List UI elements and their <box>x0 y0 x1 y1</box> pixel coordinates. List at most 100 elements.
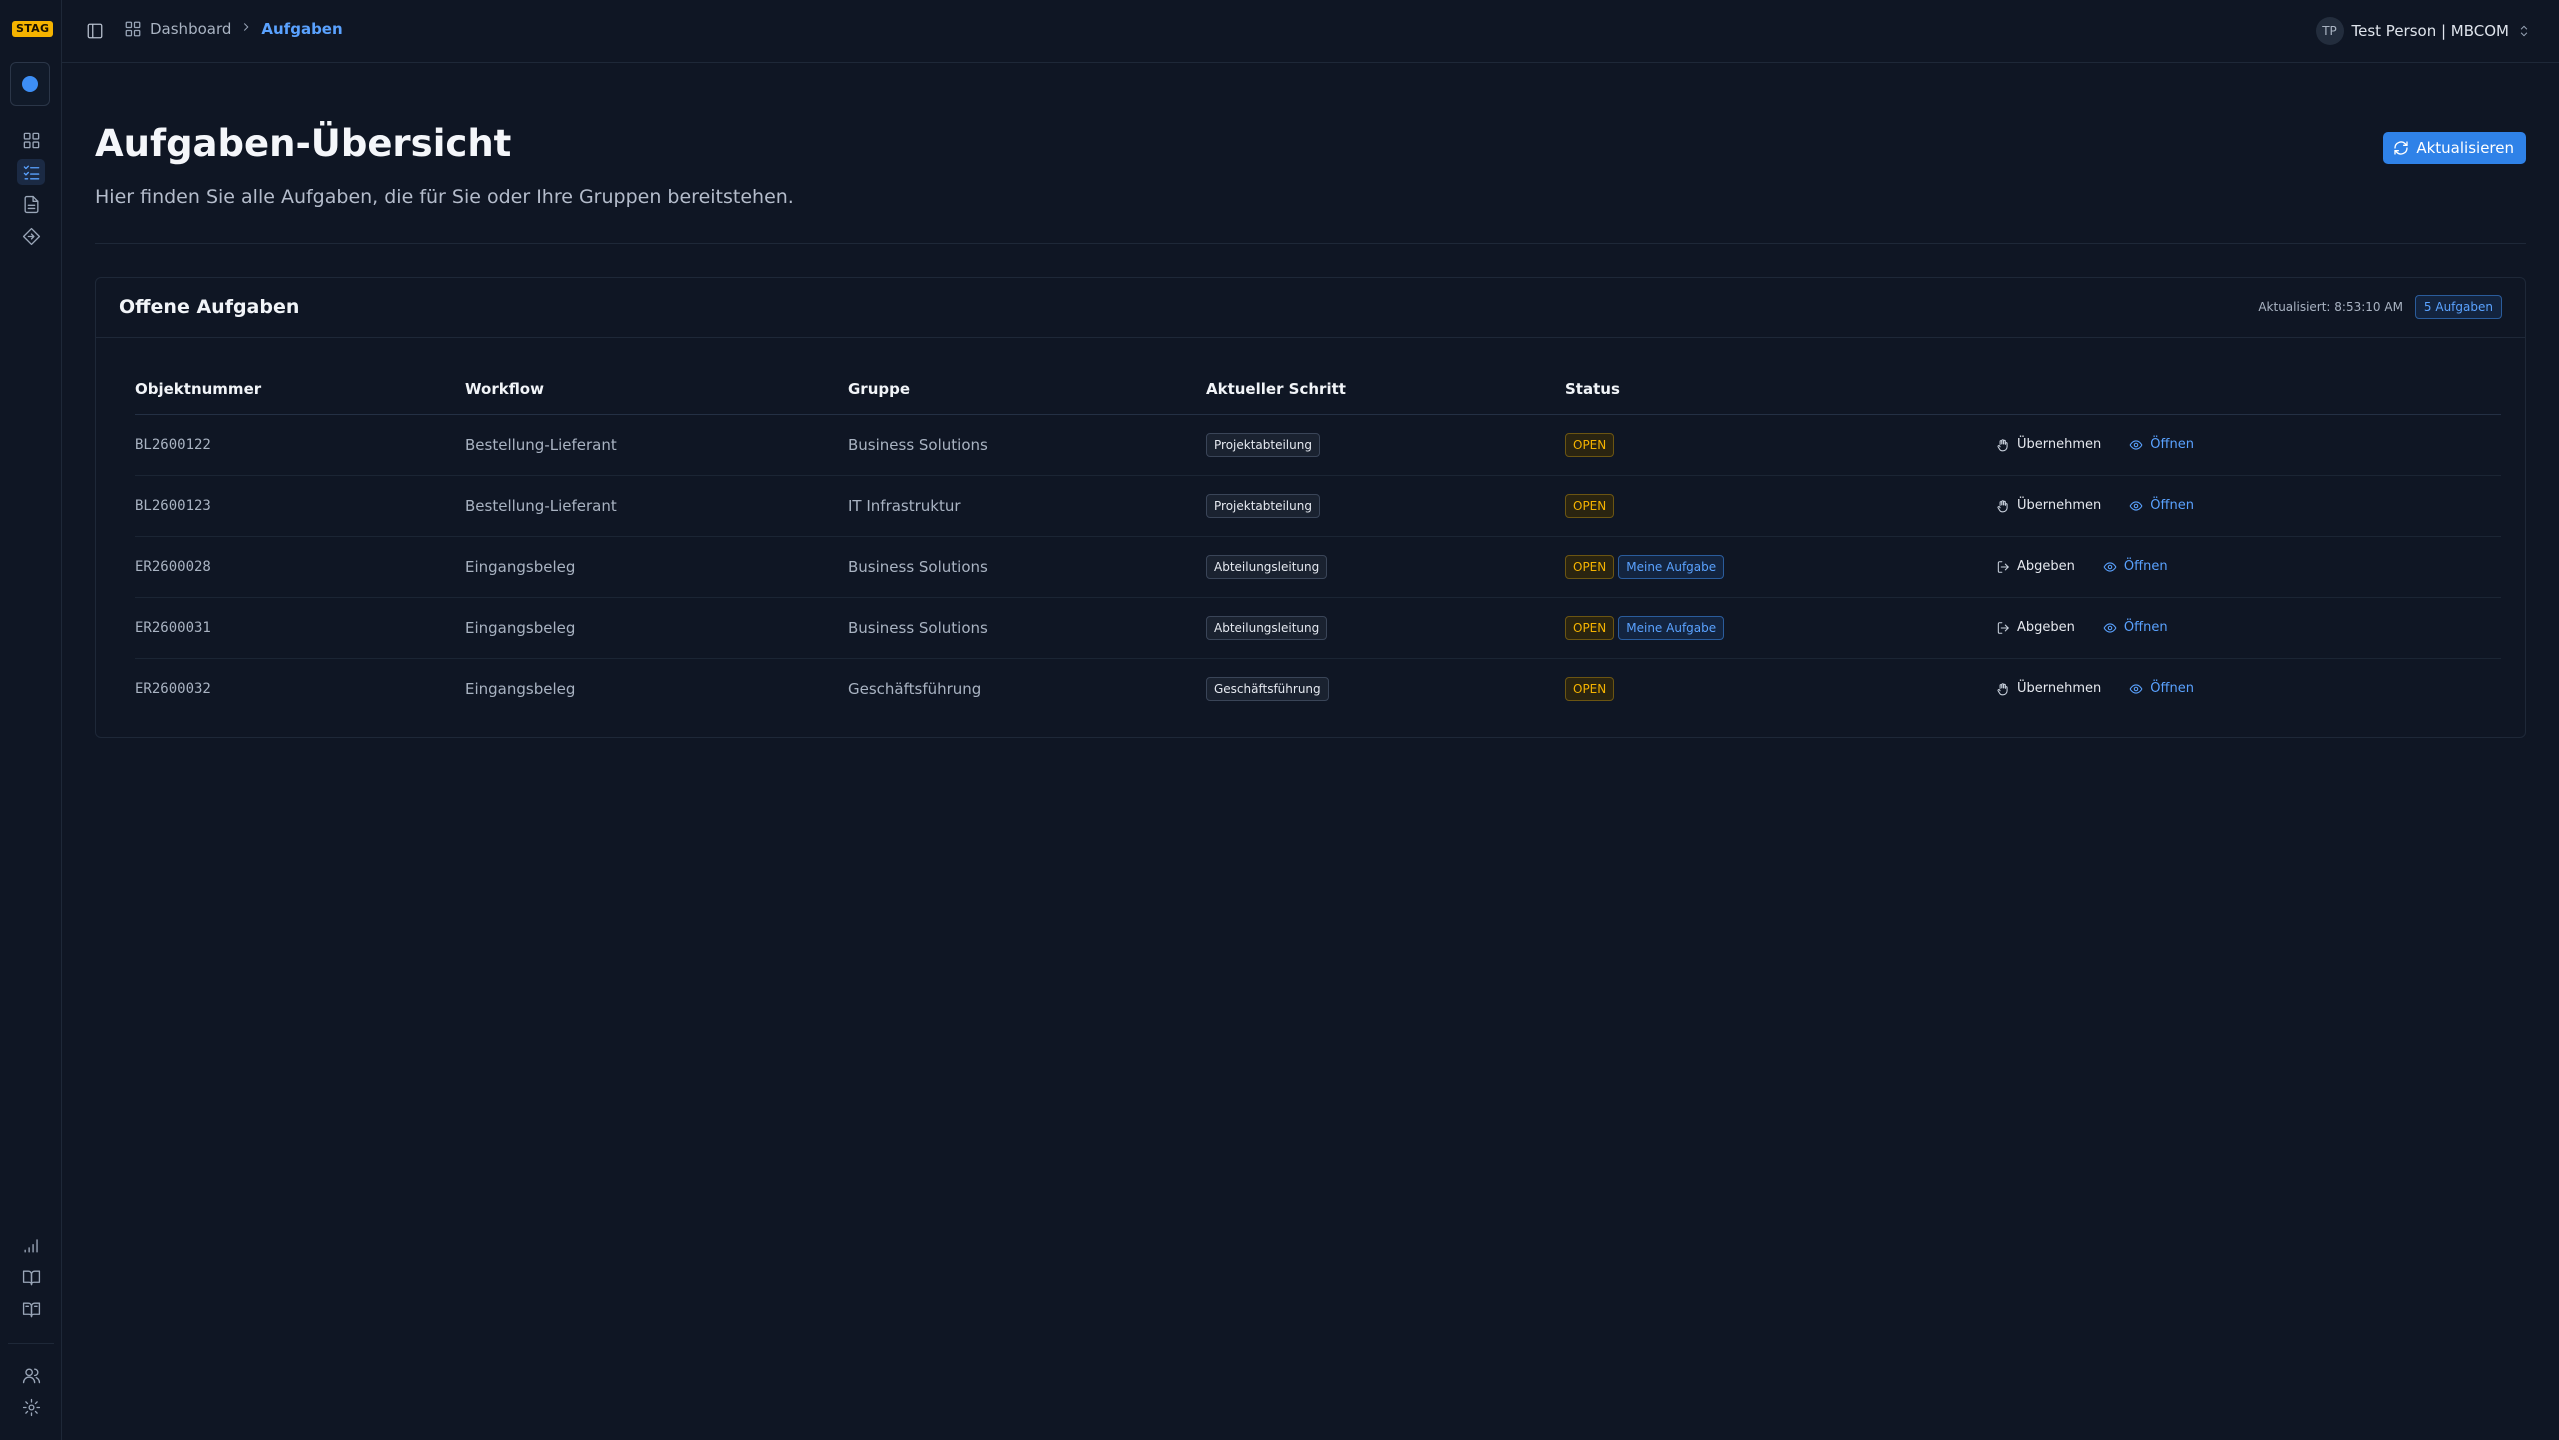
status-badge: OPEN <box>1565 432 1615 457</box>
my-task-badge: Meine Aufgabe <box>1618 615 1725 640</box>
log-out-icon <box>1997 560 2009 573</box>
refresh-icon <box>2394 141 2409 155</box>
status-cell: OPEN <box>1565 475 1996 537</box>
hand-grab-icon <box>1997 499 2008 512</box>
refresh-button-label: Aktualisieren <box>2416 139 2514 157</box>
chevrons-up-down-icon <box>2520 25 2528 37</box>
open-label: Öffnen <box>2150 681 2194 697</box>
status-badge: OPEN <box>1565 615 1615 640</box>
status-badge: OPEN <box>1565 493 1615 518</box>
step-badge: Abteilungsleitung <box>1206 554 1328 579</box>
object-number: ER2600028 <box>135 536 465 598</box>
open-task-button[interactable]: Öffnen <box>2103 559 2168 574</box>
dashboard-icon <box>23 132 39 148</box>
nav-dashboard[interactable] <box>17 127 45 153</box>
object-number: BL2600122 <box>135 414 465 476</box>
table-header-row: Objektnummer Workflow Gruppe Aktueller S… <box>135 364 2501 415</box>
book-icon <box>22 1301 40 1317</box>
document-icon <box>23 195 39 213</box>
workflow-name: Eingangsbeleg <box>465 679 576 698</box>
hand-grab-icon <box>1997 438 2008 451</box>
actions-cell: Übernehmen Öffnen <box>1996 658 2501 719</box>
page-title: Aufgaben-Übersicht <box>95 122 512 165</box>
actions-cell: Abgeben Öffnen <box>1996 597 2501 659</box>
table-row: ER2600028 Eingangsbeleg Business Solutions… <box>135 536 2501 598</box>
release-task-button[interactable]: Abgeben <box>1996 620 2075 635</box>
user-menu[interactable]: TP Test Person | MBCOM <box>2315 17 2532 45</box>
group-name: Business Solutions <box>848 597 1206 659</box>
step-cell: Geschäftsführung <box>1206 658 1565 719</box>
actions-cell: Übernehmen Öffnen <box>1996 475 2501 537</box>
tasks-table: Objektnummer Workflow Gruppe Aktueller S… <box>135 364 2501 719</box>
task-count-badge: 5 Aufgaben <box>2414 295 2502 319</box>
log-out-icon <box>1997 621 2009 634</box>
nav-tasks[interactable] <box>17 159 45 185</box>
group-name: Business Solutions <box>848 536 1206 598</box>
step-badge: Geschäftsführung <box>1206 676 1329 701</box>
nav-users[interactable] <box>17 1362 45 1388</box>
table-row: BL2600122 Bestellung-Lieferant Business So… <box>135 414 2501 476</box>
actions-cell: Abgeben Öffnen <box>1996 536 2501 598</box>
top-bar: Dashboard Aufgaben TP Test Person | MBCO… <box>62 0 2559 63</box>
eye-icon <box>2129 500 2143 511</box>
app-logo[interactable] <box>10 62 50 106</box>
nav-handbook[interactable] <box>17 1296 45 1322</box>
nav-analytics[interactable] <box>17 1232 45 1258</box>
eye-icon <box>2103 561 2117 572</box>
claim-task-button[interactable]: Übernehmen <box>1996 681 2101 696</box>
open-label: Öffnen <box>2123 620 2168 635</box>
step-cell: Abteilungsleitung <box>1206 536 1565 598</box>
eye-icon <box>2103 622 2117 633</box>
status-cell: OPEN <box>1565 414 1996 476</box>
claim-task-button[interactable]: Übernehmen <box>1996 437 2101 452</box>
refresh-button[interactable]: Aktualisieren <box>2383 132 2526 164</box>
open-label: Öffnen <box>2150 437 2194 452</box>
sidebar-toggle-icon <box>87 23 103 39</box>
breadcrumb-dashboard-link[interactable]: Dashboard <box>150 20 231 38</box>
logo-dot-icon <box>22 76 38 92</box>
nav-workflows[interactable] <box>17 223 45 249</box>
card-title: Offene Aufgaben <box>119 296 300 318</box>
user-label: Test Person | MBCOM <box>2351 22 2510 40</box>
table-row: ER2600032 Eingangsbeleg Geschäftsführung Ge… <box>135 658 2501 719</box>
action-label: Übernehmen <box>2017 681 2102 697</box>
status-cell: OPEN Meine Aufgabe <box>1565 597 1996 659</box>
release-task-button[interactable]: Abgeben <box>1996 559 2075 574</box>
environment-badge: STAG <box>12 21 54 37</box>
step-badge: Abteilungsleitung <box>1206 615 1328 640</box>
gear-icon <box>22 1398 40 1416</box>
avatar: TP <box>2315 17 2344 45</box>
open-task-button[interactable]: Öffnen <box>2129 437 2194 452</box>
status-cell: OPEN Meine Aufgabe <box>1565 536 1996 598</box>
nav-documents[interactable] <box>17 191 45 217</box>
book-open-icon <box>22 1269 40 1285</box>
workflow-icon <box>22 227 40 245</box>
action-label: Abgeben <box>2017 620 2075 635</box>
open-task-button[interactable]: Öffnen <box>2129 498 2194 513</box>
eye-icon <box>2129 439 2143 450</box>
sidebar-toggle-button[interactable] <box>84 20 106 42</box>
open-task-button[interactable]: Öffnen <box>2103 620 2168 635</box>
claim-task-button[interactable]: Übernehmen <box>1996 498 2101 513</box>
nav-docs[interactable] <box>17 1264 45 1290</box>
status-badge: OPEN <box>1565 676 1615 701</box>
eye-icon <box>2129 684 2143 694</box>
open-task-button[interactable]: Öffnen <box>2129 681 2194 696</box>
column-header-step: Aktueller Schritt <box>1206 364 1565 415</box>
column-header-group: Gruppe <box>848 364 1206 415</box>
step-cell: Abteilungsleitung <box>1206 597 1565 659</box>
open-label: Öffnen <box>2150 498 2194 513</box>
status-cell: OPEN <box>1565 658 1996 719</box>
column-header-workflow: Workflow <box>465 364 848 415</box>
rail-divider <box>8 1343 54 1344</box>
workflow-name: Eingangsbeleg <box>465 597 848 659</box>
step-badge: Projektabteilung <box>1206 432 1320 457</box>
workflow-name: Eingangsbeleg <box>465 536 848 598</box>
action-label: Übernehmen <box>2017 498 2102 513</box>
card-header: Offene Aufgaben Aktualisiert: 8:53:10 AM… <box>96 278 2525 338</box>
nav-settings[interactable] <box>17 1394 45 1420</box>
hand-grab-icon <box>1997 682 2008 696</box>
chevron-right-icon <box>239 20 253 38</box>
step-cell: Projektabteilung <box>1206 475 1565 537</box>
breadcrumb: Dashboard Aufgaben <box>124 20 343 38</box>
